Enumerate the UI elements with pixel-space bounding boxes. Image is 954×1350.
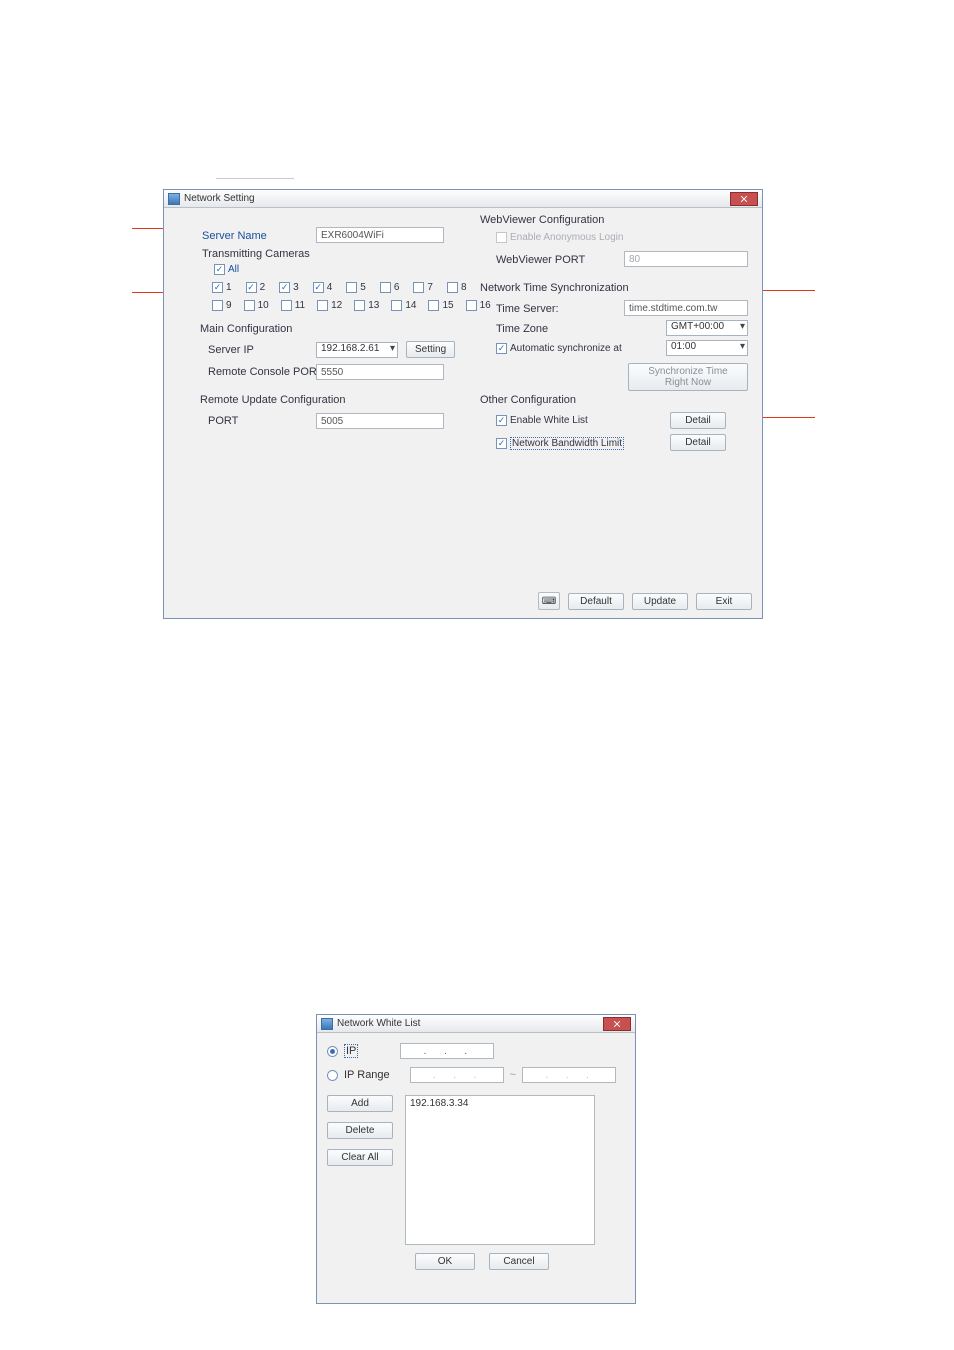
- remote-update-config-label: Remote Update Configuration: [200, 394, 346, 406]
- checkbox-cam-8[interactable]: 8: [447, 282, 467, 293]
- app-icon: [321, 1018, 333, 1030]
- update-button[interactable]: Update: [632, 593, 688, 610]
- checkbox-icon: [214, 264, 225, 275]
- webviewer-port-input[interactable]: [624, 251, 748, 267]
- time-zone-label: Time Zone: [496, 323, 548, 335]
- ip-range-label: IP Range: [344, 1069, 390, 1081]
- server-name-label: Server Name: [202, 230, 267, 242]
- sync-now-button[interactable]: Synchronize Time Right Now: [628, 363, 748, 391]
- time-server-label: Time Server:: [496, 303, 559, 315]
- other-config-label: Other Configuration: [480, 394, 576, 406]
- main-config-label: Main Configuration: [200, 323, 292, 335]
- webviewer-config-label: WebViewer Configuration: [480, 214, 604, 226]
- ip-range-to-input[interactable]: [522, 1067, 616, 1083]
- network-white-list-dialog: Network White List IP IP Range ~ Add: [316, 1014, 636, 1304]
- checkbox-cam-2[interactable]: 2: [246, 282, 266, 293]
- remote-console-port-label: Remote Console PORT: [208, 366, 323, 378]
- checkbox-cam-4[interactable]: 4: [313, 282, 333, 293]
- keyboard-icon[interactable]: ⌨: [538, 592, 560, 610]
- checkbox-cam-16[interactable]: 16: [466, 300, 491, 311]
- range-separator: ~: [510, 1069, 516, 1081]
- time-zone-dropdown[interactable]: GMT+00:00: [666, 320, 748, 336]
- checkbox-cam-15[interactable]: 15: [428, 300, 453, 311]
- server-name-input[interactable]: [316, 227, 444, 243]
- clear-all-button[interactable]: Clear All: [327, 1149, 393, 1166]
- ru-port-label: PORT: [208, 415, 238, 427]
- server-ip-dropdown[interactable]: 192.168.2.61: [316, 342, 398, 358]
- network-setting-dialog: Network Setting Server Name Transmitting…: [163, 189, 763, 619]
- auto-sync-time-dropdown[interactable]: 01:00: [666, 340, 748, 356]
- enable-white-list-checkbox[interactable]: Enable White List: [496, 415, 588, 426]
- time-server-input[interactable]: [624, 300, 748, 316]
- dialog-title: Network Setting: [184, 193, 255, 204]
- remote-console-port-input[interactable]: [316, 364, 444, 380]
- close-icon[interactable]: [730, 192, 758, 206]
- cancel-button[interactable]: Cancel: [489, 1253, 549, 1270]
- nts-label: Network Time Synchronization: [480, 282, 629, 294]
- checkbox-cam-3[interactable]: 3: [279, 282, 299, 293]
- ip-range-radio[interactable]: [327, 1070, 338, 1081]
- network-bandwidth-checkbox[interactable]: Network Bandwidth Limit: [496, 437, 624, 450]
- app-icon: [168, 193, 180, 205]
- transmitting-cameras-label: Transmitting Cameras: [202, 248, 310, 260]
- checkbox-cam-6[interactable]: 6: [380, 282, 400, 293]
- enable-anonymous-checkbox[interactable]: Enable Anonymous Login: [496, 232, 623, 243]
- whitelist-detail-button[interactable]: Detail: [670, 412, 726, 429]
- checkbox-cam-5[interactable]: 5: [346, 282, 366, 293]
- ip-range-from-input[interactable]: [410, 1067, 504, 1083]
- ip-radio[interactable]: [327, 1046, 338, 1057]
- ip-input[interactable]: [400, 1043, 494, 1059]
- checkbox-all[interactable]: All: [214, 264, 239, 275]
- ru-port-input[interactable]: [316, 413, 444, 429]
- delete-button[interactable]: Delete: [327, 1122, 393, 1139]
- checkbox-cam-13[interactable]: 13: [354, 300, 379, 311]
- list-item[interactable]: 192.168.3.34: [410, 1098, 590, 1109]
- checkbox-cam-14[interactable]: 14: [391, 300, 416, 311]
- checkbox-cam-9[interactable]: 9: [212, 300, 232, 311]
- checkbox-cam-12[interactable]: 12: [317, 300, 342, 311]
- checkbox-cam-10[interactable]: 10: [244, 300, 269, 311]
- checkbox-cam-11[interactable]: 11: [281, 300, 305, 311]
- checkbox-cam-1[interactable]: 1: [212, 282, 232, 293]
- server-ip-label: Server IP: [208, 344, 254, 356]
- default-button[interactable]: Default: [568, 593, 624, 610]
- add-button[interactable]: Add: [327, 1095, 393, 1112]
- dialog-title-2: Network White List: [337, 1018, 420, 1029]
- ok-button[interactable]: OK: [415, 1253, 475, 1270]
- checkbox-cam-7[interactable]: 7: [413, 282, 433, 293]
- white-list-listbox[interactable]: 192.168.3.34: [405, 1095, 595, 1245]
- webviewer-port-label: WebViewer PORT: [496, 254, 585, 266]
- setting-button[interactable]: Setting: [406, 341, 455, 358]
- auto-sync-checkbox[interactable]: Automatic synchronize at: [496, 343, 622, 354]
- exit-button[interactable]: Exit: [696, 593, 752, 610]
- bandwidth-detail-button[interactable]: Detail: [670, 434, 726, 451]
- ip-radio-label: IP: [344, 1044, 358, 1058]
- close-icon[interactable]: [603, 1017, 631, 1031]
